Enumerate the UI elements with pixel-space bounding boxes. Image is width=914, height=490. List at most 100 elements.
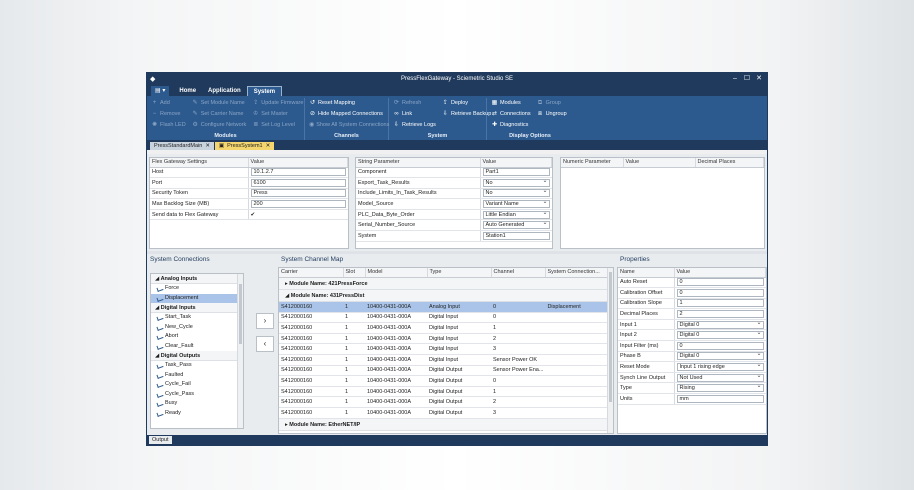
export-task-results-select[interactable]: No bbox=[482, 178, 550, 187]
table-row[interactable]: S412000160 1 10400-0431-000A Digital Input 1 bbox=[279, 322, 613, 334]
list-item[interactable]: Busy bbox=[151, 399, 243, 409]
model-source-select[interactable]: Variant Name bbox=[482, 199, 550, 209]
column-header-model[interactable]: Model bbox=[365, 268, 428, 278]
property-value-field[interactable]: Input 1 rising edge bbox=[676, 362, 764, 372]
ungroup-button[interactable]: ⧈ Ungroup bbox=[537, 109, 567, 119]
retrieve-logs-button[interactable]: ⇩ Retrieve Logs bbox=[393, 120, 436, 130]
table-row[interactable]: S412000160 1 10400-0431-000A Digital Output… bbox=[279, 396, 613, 408]
scrollbar[interactable] bbox=[607, 268, 613, 433]
column-header-system-connection[interactable]: System Connection... bbox=[545, 268, 613, 278]
set-master-button[interactable]: ♔ Set Master bbox=[252, 109, 303, 119]
table-row[interactable]: S412000160 1 10400-0431-000A Analog Input 0 D… bbox=[279, 301, 613, 313]
scrollbar[interactable] bbox=[237, 274, 243, 428]
security-token-input[interactable]: Press bbox=[250, 189, 346, 198]
flash-led-button[interactable]: ✺ Flash LED bbox=[151, 120, 186, 130]
grid-icon: ▦ bbox=[491, 100, 498, 106]
configure-network-button[interactable]: ⚙ Configure Network bbox=[192, 120, 246, 130]
modules-toggle-button[interactable]: ▦ Modules bbox=[491, 98, 531, 108]
list-item[interactable]: Clear_Fault bbox=[151, 342, 243, 352]
map-right-button[interactable]: › bbox=[256, 313, 274, 329]
set-module-name-button[interactable]: ✎ Set Module Name bbox=[192, 98, 247, 108]
minimize-button[interactable]: – bbox=[729, 73, 741, 85]
table-row[interactable]: S412000160 1 10400-0431-000A Digital Output… bbox=[279, 365, 613, 377]
close-button[interactable]: ✕ bbox=[753, 73, 765, 85]
byte-order-select[interactable]: Little Endian bbox=[482, 210, 550, 219]
tab-system[interactable]: System bbox=[246, 86, 283, 96]
show-all-system-connections-button[interactable]: ◉ Show All System Connections bbox=[309, 120, 389, 130]
property-value-field[interactable]: 0 bbox=[676, 288, 764, 297]
set-carrier-name-button[interactable]: ✎ Set Carrier Name bbox=[192, 109, 247, 119]
table-row[interactable]: S412000160 1 10400-0431-000A Digital Input 0 bbox=[279, 312, 613, 324]
port-input[interactable]: 6100 bbox=[250, 178, 346, 187]
property-value-field[interactable]: Rising bbox=[676, 383, 764, 393]
list-item[interactable]: Faulted bbox=[151, 371, 243, 381]
list-item[interactable]: Force bbox=[151, 284, 243, 294]
table-row[interactable]: S412000160 1 10400-0431-000A Digital Output… bbox=[279, 407, 613, 419]
host-input[interactable]: 10.1.2.7 bbox=[250, 168, 346, 177]
max-backlog-input[interactable]: 200 bbox=[250, 200, 346, 209]
tab-press-standard-main[interactable]: PressStandardMain ✕ bbox=[150, 142, 214, 150]
maximize-button[interactable]: ☐ bbox=[741, 73, 753, 85]
table-row[interactable]: S412000160 1 10400-0431-000A Digital Input S… bbox=[279, 354, 613, 366]
list-item[interactable]: Abort bbox=[151, 332, 243, 342]
remove-button[interactable]: − Remove bbox=[151, 109, 186, 119]
property-value-field[interactable]: Digital 0 bbox=[676, 320, 764, 329]
column-header-carrier[interactable]: Carrier bbox=[279, 268, 344, 278]
property-value-field[interactable]: Not Used bbox=[676, 373, 764, 382]
table-row[interactable]: S412000160 1 10400-0431-000A Digital Output… bbox=[279, 386, 613, 398]
property-value-field[interactable]: mm bbox=[676, 394, 764, 403]
splitter[interactable] bbox=[147, 251, 767, 254]
map-left-button[interactable]: ‹ bbox=[256, 336, 274, 352]
reset-mapping-button[interactable]: ↺ Reset Mapping bbox=[309, 98, 384, 108]
component-input[interactable]: Part1 bbox=[482, 168, 550, 177]
table-row[interactable]: S412000160 1 10400-0431-000A Digital Input 3 bbox=[279, 343, 613, 355]
close-icon[interactable]: ✕ bbox=[205, 142, 210, 150]
property-value-field[interactable]: Digital 0 bbox=[676, 351, 764, 361]
close-icon[interactable]: ✕ bbox=[266, 142, 271, 150]
column-header-channel[interactable]: Channel bbox=[491, 268, 546, 278]
refresh-button[interactable]: ⟳ Refresh bbox=[393, 98, 436, 108]
output-tab[interactable]: Output bbox=[149, 436, 172, 444]
settings-header-name: Flex Gateway Settings bbox=[150, 158, 249, 168]
list-item[interactable]: Start_Task bbox=[151, 313, 243, 323]
table-row[interactable]: S412000160 1 10400-0431-000A Digital Output… bbox=[279, 375, 613, 387]
send-data-checkbox[interactable]: ✔ bbox=[251, 212, 256, 218]
list-item[interactable]: Ready bbox=[151, 409, 243, 419]
update-firmware-button[interactable]: ⇪ Update Firmware bbox=[252, 98, 303, 108]
diagnostics-toggle-button[interactable]: ✚ Diagnostics bbox=[491, 120, 531, 130]
add-button[interactable]: + Add bbox=[151, 98, 186, 108]
link-button[interactable]: ∞ Link bbox=[393, 109, 436, 119]
set-log-level-button[interactable]: ≣ Set Log Level bbox=[252, 120, 303, 130]
property-value-field[interactable]: 2 bbox=[676, 310, 764, 319]
tab-press-system1[interactable]: ▣ PressSystem1 ✕ bbox=[214, 142, 275, 150]
connections-toggle-button[interactable]: ⇄ Connections bbox=[491, 109, 531, 119]
property-value-field[interactable]: Digital 0 bbox=[676, 330, 764, 340]
module-group-header[interactable]: ◢ Module Name: 431PressDist bbox=[279, 289, 613, 302]
module-group-header[interactable]: ▸ Module Name: 421PressForce bbox=[279, 277, 613, 290]
tree-group-digital-inputs[interactable]: ◢ Digital Inputs bbox=[151, 303, 243, 313]
list-item[interactable]: New_Cycle bbox=[151, 323, 243, 333]
table-row[interactable]: S412000160 1 10400-0431-000A Digital Input 2 bbox=[279, 333, 613, 345]
tree-group-analog-inputs[interactable]: ◢ Analog Inputs bbox=[151, 274, 243, 284]
tab-home[interactable]: Home bbox=[173, 86, 202, 96]
column-header-slot[interactable]: Slot bbox=[343, 268, 366, 278]
list-item[interactable]: Displacement bbox=[151, 293, 243, 303]
system-input[interactable]: Station1 bbox=[482, 231, 550, 240]
deploy-button[interactable]: ⇪ Deploy bbox=[442, 98, 491, 108]
list-item[interactable]: Cycle_Pass bbox=[151, 390, 243, 400]
module-group-header[interactable]: ▸ Module Name: EtherNET/IP bbox=[279, 418, 613, 431]
serial-number-source-select[interactable]: Auto Generated bbox=[482, 220, 550, 230]
group-button[interactable]: ⧉ Group bbox=[537, 98, 567, 108]
list-item[interactable]: Task_Pass bbox=[151, 361, 243, 371]
hide-mapped-connections-button[interactable]: ⊘ Hide Mapped Connections bbox=[309, 109, 384, 119]
list-item[interactable]: Cycle_Fail bbox=[151, 380, 243, 390]
retrieve-backup-button[interactable]: ⇩ Retrieve Backup bbox=[442, 109, 491, 119]
include-limits-select[interactable]: No bbox=[482, 188, 550, 198]
property-value-field[interactable]: 0 bbox=[676, 278, 764, 287]
tree-group-digital-outputs[interactable]: ◢ Digital Outputs bbox=[151, 351, 243, 361]
tab-application[interactable]: Application bbox=[202, 86, 247, 96]
file-menu-button[interactable]: ▤ ▾ bbox=[151, 86, 170, 96]
property-value-field[interactable]: 0 bbox=[676, 341, 764, 350]
property-value-field[interactable]: 1 bbox=[676, 299, 764, 308]
column-header-type[interactable]: Type bbox=[427, 268, 492, 278]
